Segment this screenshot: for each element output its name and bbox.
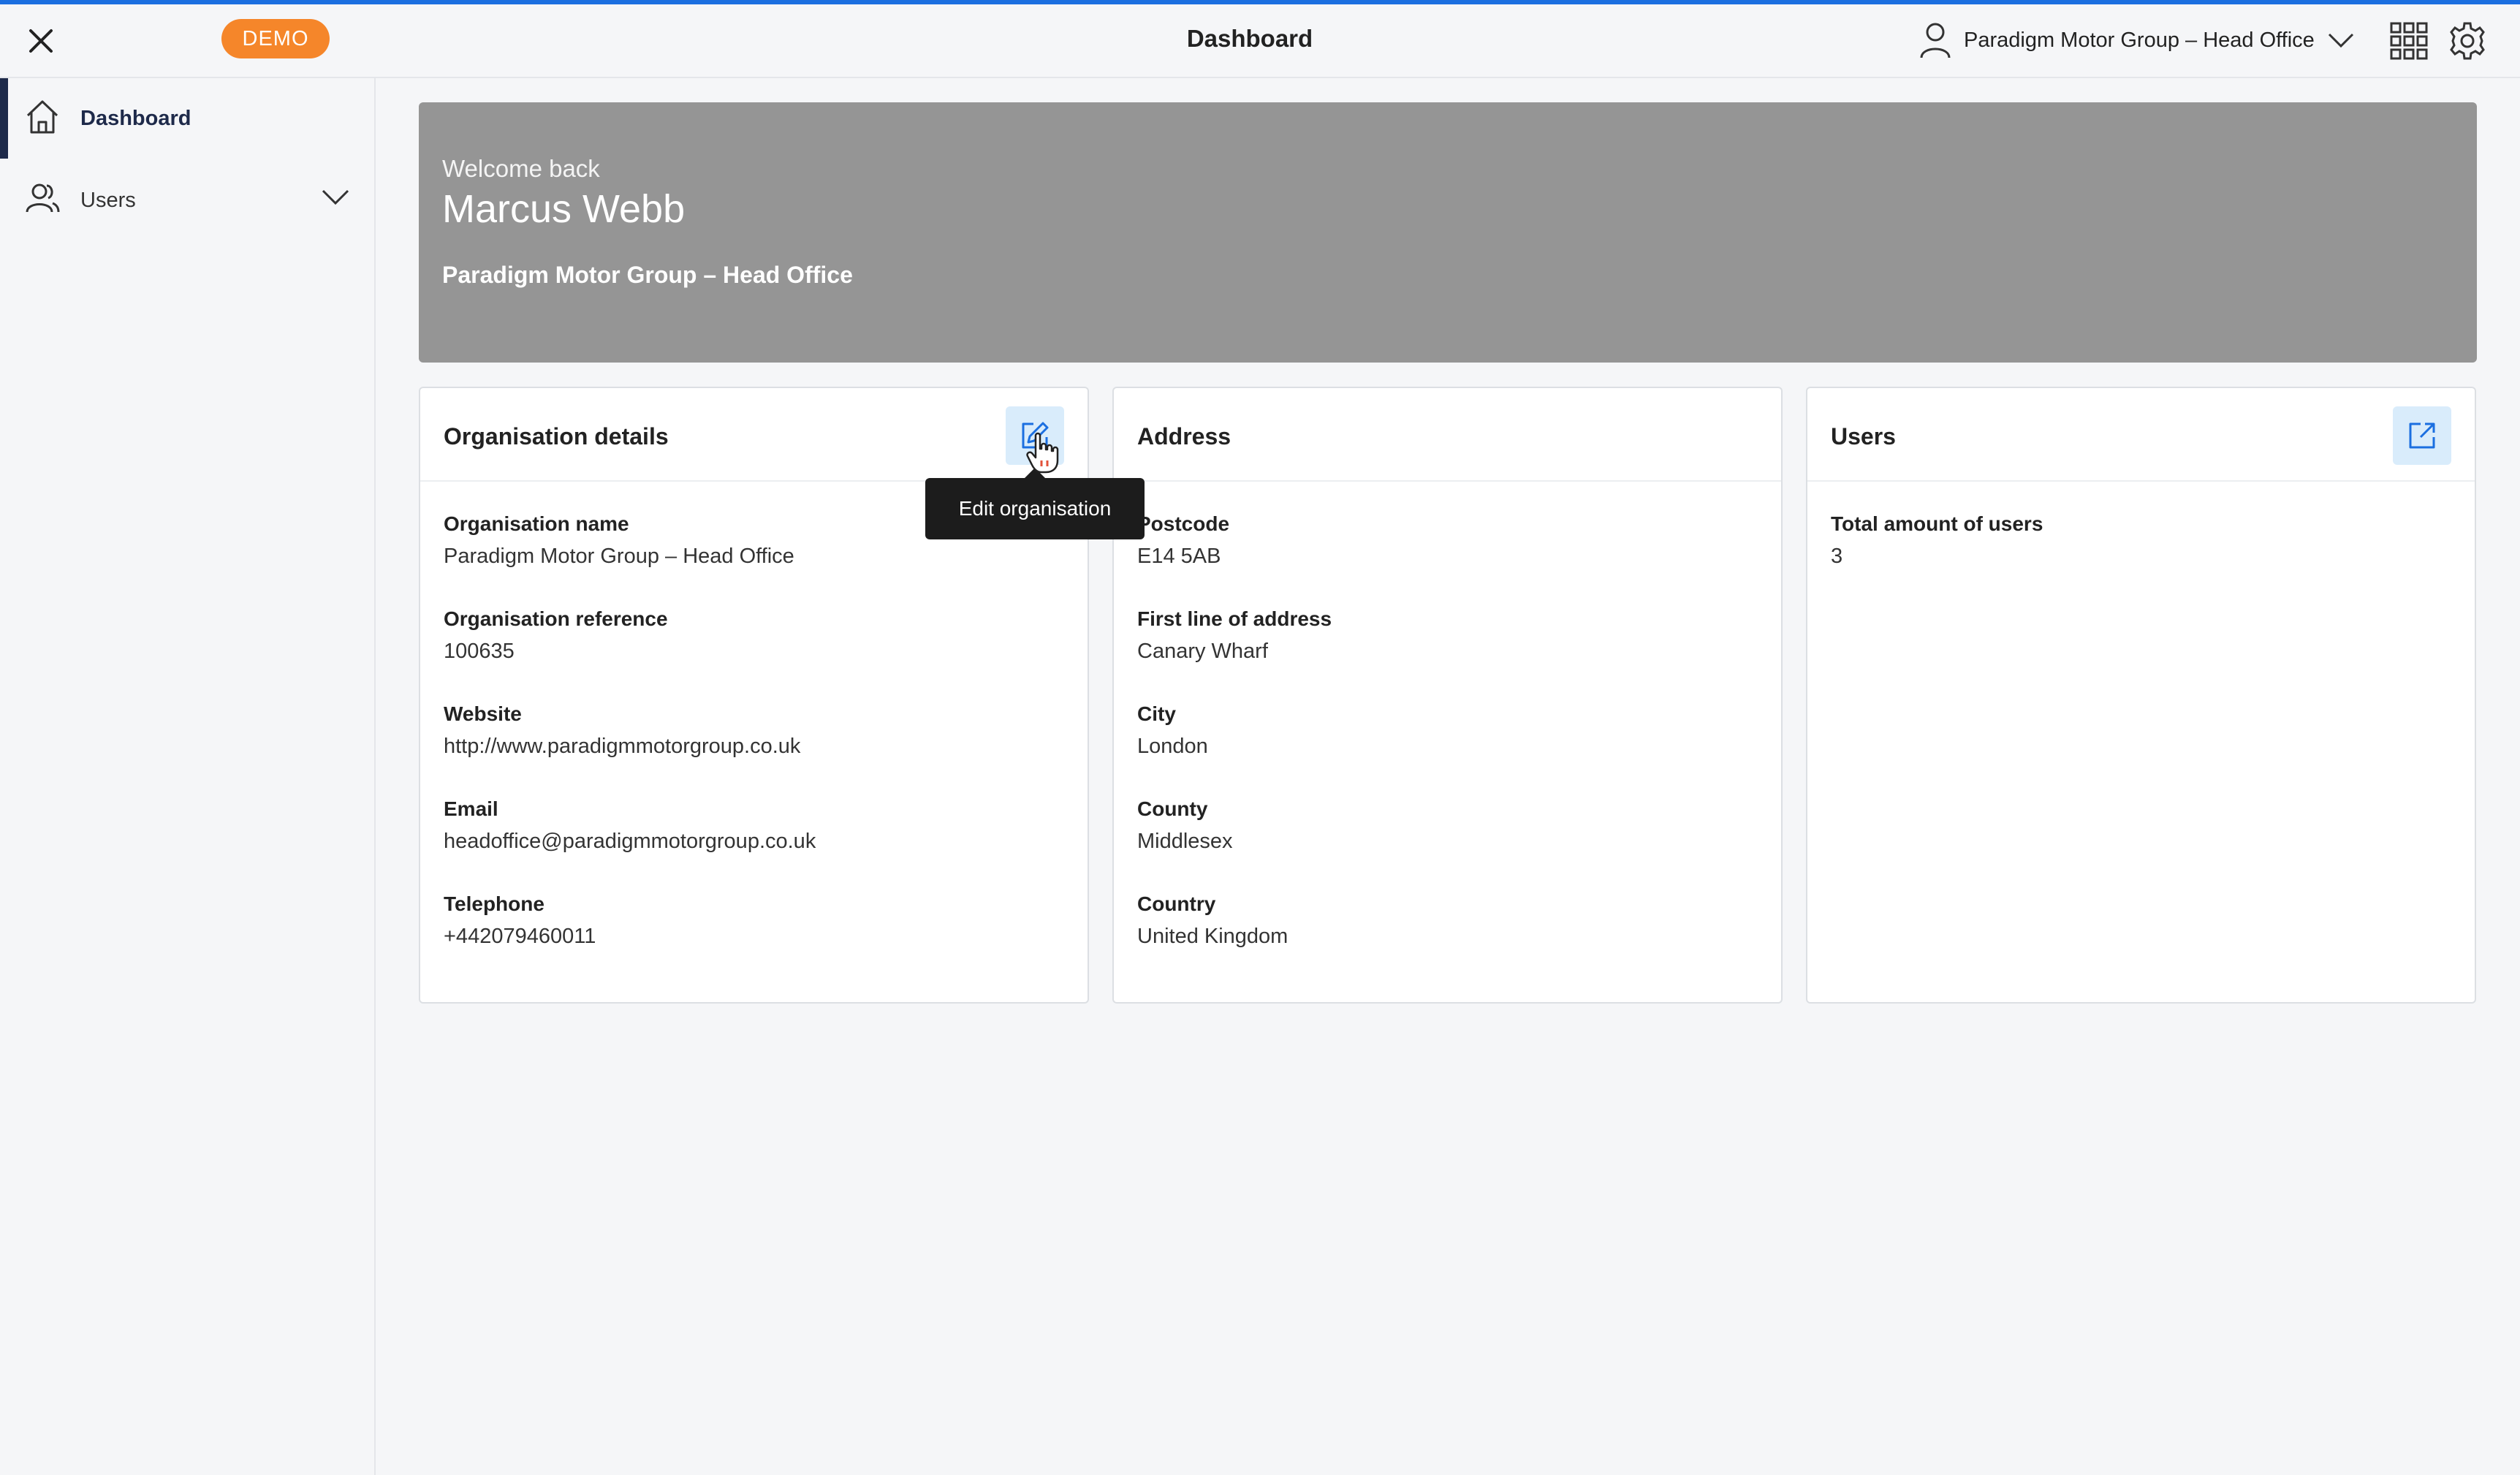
field-value: Paradigm Motor Group – Head Office [444,545,794,568]
page-title: Dashboard [1186,25,1313,52]
field-label: First line of address [1137,607,1332,630]
sidebar-item-label: Dashboard [80,106,191,130]
close-icon [29,29,53,53]
field-website: Website http://www.paradigmmotorgroup.co… [444,702,800,759]
open-users-button[interactable] [2393,406,2451,465]
sidebar: Dashboard Users [0,78,376,1475]
sidebar-item-label: Users [80,188,136,212]
field-county: County Middlesex [1137,797,1233,854]
field-value: headoffice@paradigmmotorgroup.co.uk [444,830,816,853]
field-total-users: Total amount of users 3 [1831,512,2043,569]
card-header: Users [1807,388,2475,482]
org-switcher-label: Paradigm Motor Group – Head Office [1964,28,2315,52]
field-first-line: First line of address Canary Wharf [1137,607,1332,664]
field-label: Telephone [444,892,544,915]
settings-button[interactable] [2447,20,2488,61]
users-icon [26,183,60,213]
home-icon [26,100,58,134]
top-bar: DEMO Dashboard Paradigm Motor Group – He… [0,4,2520,78]
field-value: United Kingdom [1137,925,1289,948]
field-label: Organisation reference [444,607,668,630]
field-value: +442079460011 [444,925,596,948]
field-telephone: Telephone +442079460011 [444,892,596,949]
field-label: Email [444,797,498,820]
field-organisation-name: Organisation name Paradigm Motor Group –… [444,512,794,569]
field-value: 3 [1831,545,1843,568]
gear-icon [2450,22,2485,60]
field-value: 100635 [444,640,515,663]
field-postcode: Postcode E14 5AB [1137,512,1229,569]
field-city: City London [1137,702,1208,759]
user-icon [1920,23,1951,58]
address-card: Address Postcode E14 5AB First line of a… [1112,387,1783,1004]
sidebar-item-dashboard[interactable]: Dashboard [0,78,374,159]
users-card: Users Total amount of users 3 [1806,387,2476,1004]
demo-badge: DEMO [221,19,330,58]
close-button[interactable] [22,22,60,60]
field-label: Postcode [1137,512,1230,535]
field-label: Country [1137,892,1216,915]
field-value: London [1137,735,1208,758]
card-title: Users [1831,423,1896,450]
apps-button[interactable] [2388,20,2429,61]
field-value: E14 5AB [1137,545,1221,568]
field-value: http://www.paradigmmotorgroup.co.uk [444,735,801,758]
welcome-text: Welcome back [442,155,600,182]
field-label: City [1137,702,1176,725]
sidebar-item-users[interactable]: Users [0,160,374,240]
field-value: Canary Wharf [1137,640,1268,663]
user-name: Marcus Webb [442,187,686,231]
chevron-down-icon [2328,33,2353,48]
field-country: Country United Kingdom [1137,892,1288,949]
org-switcher[interactable]: Paradigm Motor Group – Head Office [1919,16,2356,64]
field-organisation-reference: Organisation reference 100635 [444,607,668,664]
field-email: Email headoffice@paradigmmotorgroup.co.u… [444,797,816,854]
welcome-banner: Welcome back Marcus Webb Paradigm Motor … [419,102,2477,363]
card-header: Organisation details [420,388,1088,482]
card-title: Organisation details [444,423,669,450]
field-label: County [1137,797,1208,820]
field-value: Middlesex [1137,830,1233,853]
chevron-down-icon[interactable] [320,186,351,208]
field-label: Website [444,702,522,725]
field-label: Total amount of users [1831,512,2043,535]
field-label: Organisation name [444,512,629,535]
banner-organisation: Paradigm Motor Group – Head Office [442,262,853,288]
hand-cursor-icon [1026,432,1059,474]
apps-grid-icon [2390,22,2428,60]
card-header: Address [1114,388,1781,482]
edit-organisation-tooltip: Edit organisation [925,468,1145,539]
card-title: Address [1137,423,1231,450]
external-link-icon [2409,422,2435,449]
